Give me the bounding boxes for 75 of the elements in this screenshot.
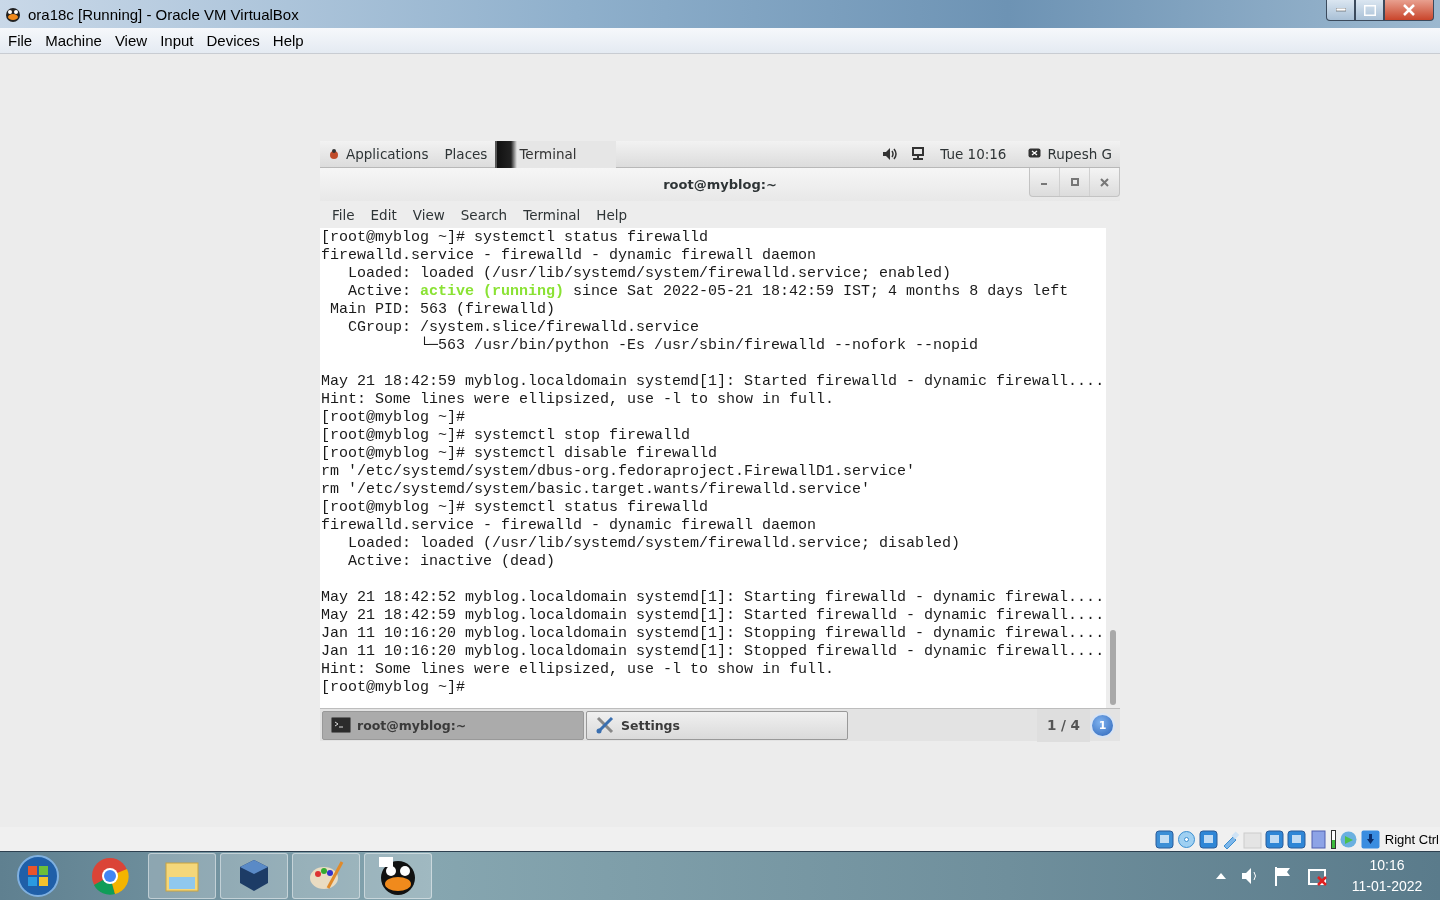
terminal-line: Jan 11 10:16:20 myblog.localdomain systemd[1]: Stopping firewalld - dynamic firewal....	[321, 625, 1106, 643]
taskbar-clock[interactable]: 10:16	[1369, 855, 1405, 876]
workspace-indicator[interactable]: 1 / 4	[1036, 708, 1090, 742]
menu-item[interactable]: Devices	[201, 32, 265, 49]
host-key-label: Right Ctrl	[1383, 831, 1440, 847]
window-list-button[interactable]: root@myblog:~	[322, 710, 584, 740]
terminal-line: rm '/etc/systemd/system/dbus-org.fedoraproject.FirewallD1.service'	[321, 463, 917, 481]
menu-item[interactable]: Search	[452, 206, 516, 223]
menu-item[interactable]: File	[3, 32, 38, 49]
menu-item[interactable]: View	[109, 32, 153, 49]
menu-item[interactable]: File	[324, 206, 363, 223]
terminal-line: firewalld.service - firewalld - dynamic firewall daemon	[321, 517, 818, 535]
terminal-line: [root@myblog ~]#	[321, 409, 467, 427]
folder-icon	[164, 859, 200, 893]
user-menu[interactable]: Rupesh G	[1020, 146, 1120, 162]
level-indicator-icon	[1330, 829, 1336, 849]
terminal-line: CGroup: /system.slice/firewalld.service	[347, 319, 701, 336]
menu-item[interactable]: View	[404, 206, 453, 223]
terminal-line: └─563 /usr/bin/python -Es /usr/sbin/firewalld --nofork --nopid	[419, 337, 980, 355]
terminal-line: [root@myblog ~]# systemctl status firewalld	[321, 229, 710, 247]
maximize-icon	[1363, 4, 1376, 16]
window-title: ora18c [Running] - Oracle VM VirtualBox	[28, 5, 299, 23]
flag-icon[interactable]	[1274, 866, 1292, 886]
speaker-icon[interactable]	[882, 147, 899, 161]
terminal-line: May 21 18:42:52 myblog.localdomain systemd[1]: Starting firewalld - dynamic firewal....	[321, 589, 1106, 607]
terminal-line: [root@myblog ~]# systemctl stop firewalld	[321, 427, 692, 445]
terminal-line: Main PID: 563 (firewalld)	[329, 301, 557, 319]
terminal-line: [root@myblog ~]# systemctl disable firewalld	[321, 445, 719, 463]
terminal-line: Loaded: loaded (/usr/lib/systemd/system/firewalld.service; enabled)	[347, 265, 953, 283]
menu-item[interactable]: Help	[588, 206, 636, 223]
terminal-task-button[interactable]: Terminal	[495, 140, 617, 168]
terminal-line: Active: active (running) since Sat 2022-05-21 18:42:59 IST; 4 months 8 days left	[347, 283, 1070, 301]
terminal-line: May 21 18:42:59 myblog.localdomain systemd[1]: Started firewalld - dynamic firewall....	[321, 607, 1106, 625]
terminal-line: Hint: Some lines were ellipsized, use -l to show in full.	[321, 391, 836, 409]
terminal-title: root@myblog:~	[663, 177, 777, 192]
minimize-icon	[1335, 8, 1346, 12]
window-list-button[interactable]: Settings	[586, 710, 848, 740]
taskbar-date[interactable]: 11-01-2022	[1351, 876, 1423, 897]
terminal-line: Active: inactive (dead)	[347, 553, 557, 571]
applications-menu[interactable]: Applications	[320, 146, 437, 162]
scrollbar-thumb[interactable]	[1110, 630, 1116, 705]
terminal-icon	[331, 717, 351, 733]
terminal-line: Loaded: loaded (/usr/lib/systemd/system/firewalld.service; disabled)	[347, 535, 962, 553]
show-hidden-icons-icon[interactable]	[1216, 873, 1226, 879]
terminal-line: [root@myblog ~]# systemctl status firewalld	[321, 499, 710, 517]
disc-icon[interactable]	[1176, 829, 1196, 849]
close-button[interactable]	[1384, 0, 1434, 21]
menu-item[interactable]: Input	[155, 32, 199, 49]
maximize-button[interactable]	[1355, 0, 1384, 21]
terminal-line: Hint: Some lines were ellipsized, use -l to show in full.	[321, 661, 836, 679]
virtualbox-taskbar-button[interactable]	[220, 853, 288, 899]
menu-item[interactable]: Terminal	[515, 206, 589, 223]
penguin-icon	[4, 5, 22, 23]
penguin-icon	[378, 856, 418, 896]
clock[interactable]: Tue 10:16	[932, 146, 1015, 162]
chrome-icon	[91, 857, 129, 895]
minimize-button[interactable]	[1326, 0, 1355, 21]
palette-icon	[308, 860, 344, 892]
terminal-line: [root@myblog ~]#	[321, 679, 467, 697]
cube-icon	[237, 858, 271, 894]
terminal-line: rm '/etc/systemd/system/basic.target.wants/firewalld.service'	[321, 481, 872, 499]
menu-item[interactable]: Help	[267, 32, 309, 49]
close-icon	[1100, 177, 1109, 187]
terminal-line: Jan 11 10:16:20 myblog.localdomain systemd[1]: Stopped firewalld - dynamic firewall....	[321, 643, 1106, 661]
tools-icon	[595, 715, 615, 735]
menu-item[interactable]: Machine	[40, 32, 107, 49]
menu-item[interactable]: Edit	[362, 206, 405, 223]
display-icon[interactable]	[1264, 829, 1284, 849]
places-menu[interactable]: Places	[436, 146, 496, 162]
start-button[interactable]	[16, 854, 60, 898]
close-icon	[1403, 4, 1415, 16]
terminal-line: May 21 18:42:59 myblog.localdomain systemd[1]: Started firewalld - dynamic firewall....	[321, 373, 1106, 391]
vm-taskbar-button[interactable]	[364, 853, 432, 899]
terminal-line: firewalld.service - firewalld - dynamic firewall daemon	[321, 247, 818, 265]
maximize-icon	[1070, 178, 1079, 186]
